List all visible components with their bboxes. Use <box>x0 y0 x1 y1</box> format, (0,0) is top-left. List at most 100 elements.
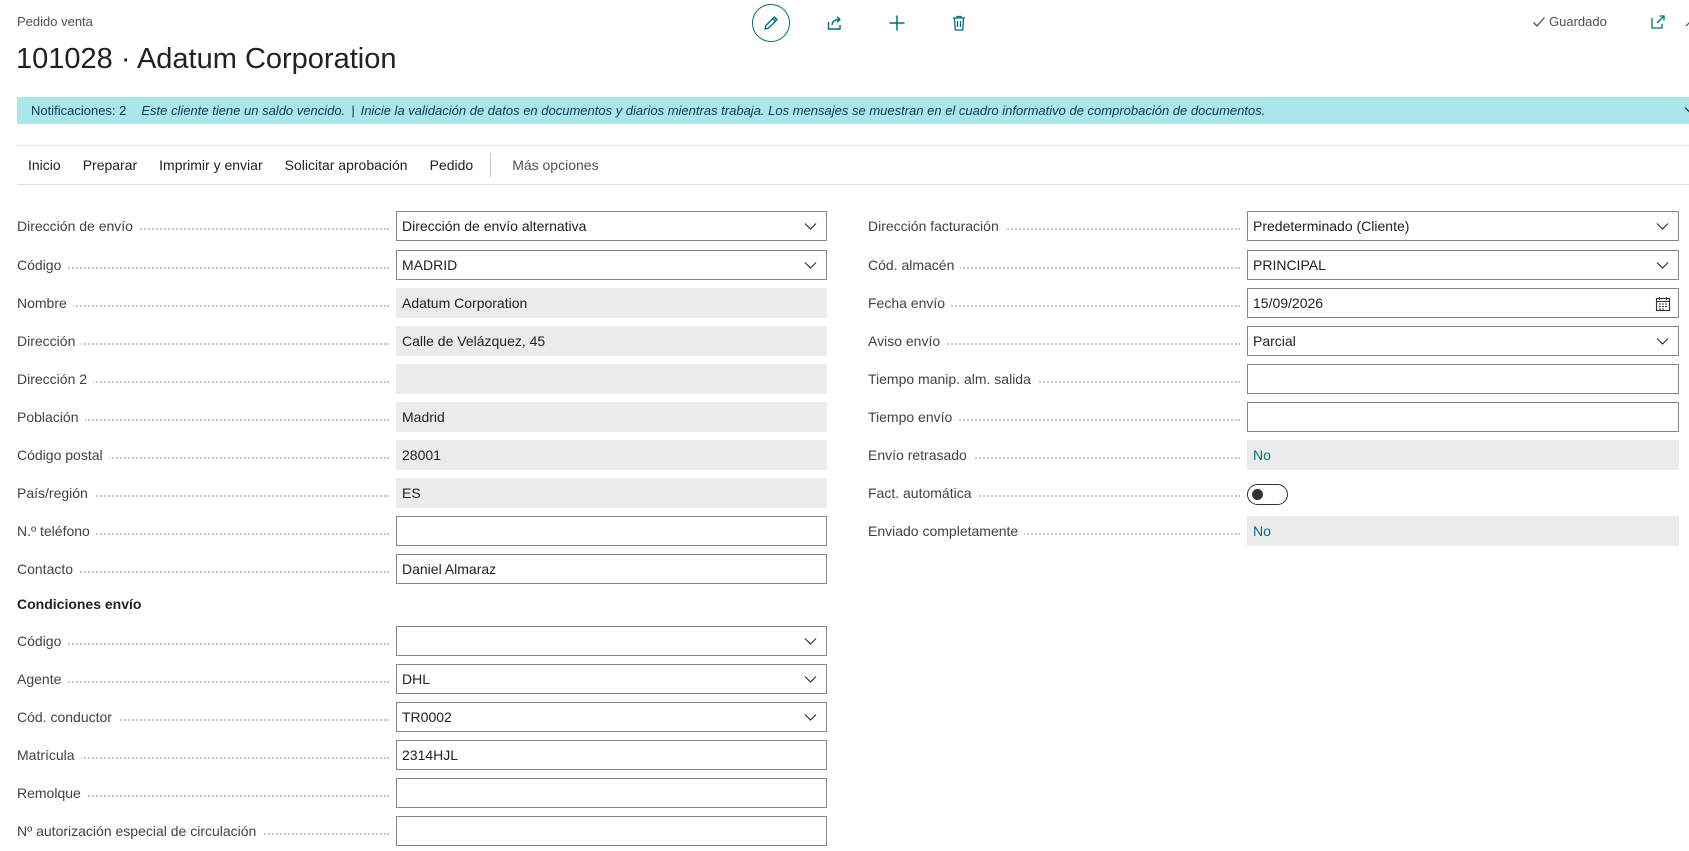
new-button[interactable] <box>878 4 916 42</box>
field-ship-date: Fecha envío 15/09/2026 <box>868 288 1679 318</box>
notification-message-overdue[interactable]: Este cliente tiene un saldo vencido. <box>141 103 345 118</box>
field-label: País/región <box>17 485 94 501</box>
more-options-button[interactable]: Más opciones <box>501 157 609 173</box>
field-contact: Contacto Daniel Almaraz <box>17 554 827 584</box>
ship-date-input[interactable]: 15/09/2026 <box>1247 288 1679 318</box>
field-label: Código <box>17 633 68 649</box>
field-value: Parcial <box>1253 333 1296 349</box>
phone-input[interactable] <box>396 516 827 546</box>
billing-address-select[interactable]: Predeterminado (Cliente) <box>1247 211 1679 241</box>
field-city: Población Madrid <box>17 402 827 432</box>
code-select[interactable]: MADRID <box>396 250 827 280</box>
field-phone: N.º teléfono <box>17 516 827 546</box>
field-value: TR0002 <box>402 709 452 725</box>
field-label: Enviado completamente <box>868 523 1025 539</box>
field-trailer: Remolque <box>17 778 827 808</box>
action-bar: Inicio Preparar Imprimir y enviar Solici… <box>17 145 1689 185</box>
ship-to-select[interactable]: Dirección de envío alternativa <box>396 211 827 241</box>
fully-shipped-value[interactable]: No <box>1247 516 1679 546</box>
notification-separator: | <box>351 103 355 118</box>
field-postcode: Código postal 28001 <box>17 440 827 470</box>
chevron-down-icon[interactable] <box>1684 104 1689 116</box>
field-shipping-code: Código <box>17 626 827 656</box>
ship-time-input[interactable] <box>1247 402 1679 432</box>
pencil-icon <box>764 16 778 30</box>
chevron-down-icon <box>1656 338 1669 345</box>
field-label: Fact. automática <box>868 485 978 501</box>
field-value: DHL <box>402 671 431 687</box>
field-label: Remolque <box>17 785 87 801</box>
notification-count[interactable]: Notificaciones: 2 <box>31 103 126 118</box>
address-2-value <box>396 364 827 394</box>
menu-item-preparar[interactable]: Preparar <box>72 157 148 173</box>
open-new-window-button[interactable] <box>1650 14 1666 33</box>
plus-icon <box>889 15 905 31</box>
field-fully-shipped: Enviado completamente No <box>868 516 1679 546</box>
checkmark-icon <box>1533 16 1545 27</box>
shipping-code-select[interactable] <box>396 626 827 656</box>
trailer-input[interactable] <box>396 778 827 808</box>
city-value: Madrid <box>396 402 827 432</box>
field-value: PRINCIPAL <box>1253 257 1326 273</box>
field-label: Código <box>17 257 68 273</box>
edit-button[interactable] <box>752 4 790 42</box>
name-value: Adatum Corporation <box>396 288 827 318</box>
field-label: Dirección de envío <box>17 218 139 234</box>
trash-icon <box>953 15 965 31</box>
share-button[interactable] <box>816 4 854 42</box>
plate-input[interactable]: 2314HJL <box>396 740 827 770</box>
field-plate: Matrícula 2314HJL <box>17 740 827 770</box>
field-ship-time: Tiempo envío <box>868 402 1679 432</box>
section-title-shipping-conditions: Condiciones envío <box>17 596 142 612</box>
field-ship-to: Dirección de envío Dirección de envío al… <box>17 211 827 241</box>
field-label: Dirección 2 <box>17 371 94 387</box>
notification-bar: Notificaciones: 2 Este cliente tiene un … <box>17 97 1689 124</box>
field-address-2: Dirección 2 <box>17 364 827 394</box>
handling-time-input[interactable] <box>1247 364 1679 394</box>
special-permit-input[interactable] <box>396 816 827 846</box>
chevron-down-icon <box>804 638 817 645</box>
menu-item-solicitar-aprobacion[interactable]: Solicitar aprobación <box>274 157 419 173</box>
collapse-icon[interactable] <box>1683 16 1689 26</box>
field-label: Envío retrasado <box>868 447 973 463</box>
field-label: Aviso envío <box>868 333 947 349</box>
ship-advice-select[interactable]: Parcial <box>1247 326 1679 356</box>
open-new-window-icon <box>1651 15 1665 29</box>
delete-button[interactable] <box>940 4 978 42</box>
auto-invoice-toggle[interactable] <box>1247 484 1288 505</box>
menu-item-pedido[interactable]: Pedido <box>419 157 485 173</box>
field-driver: Cód. conductor TR0002 <box>17 702 827 732</box>
field-address: Dirección Calle de Velázquez, 45 <box>17 326 827 356</box>
field-code: Código MADRID <box>17 250 827 280</box>
menu-item-imprimir-enviar[interactable]: Imprimir y enviar <box>148 157 273 173</box>
chevron-down-icon <box>804 262 817 269</box>
field-label: Agente <box>17 671 68 687</box>
late-shipment-value[interactable]: No <box>1247 440 1679 470</box>
toggle-knob <box>1252 489 1263 500</box>
menu-divider <box>490 153 492 177</box>
field-handling-time: Tiempo manip. alm. salida <box>868 364 1679 394</box>
field-label: Nº autorización especial de circulación <box>17 823 263 839</box>
calendar-icon[interactable] <box>1655 296 1671 312</box>
menu-item-inicio[interactable]: Inicio <box>17 157 72 173</box>
field-value: MADRID <box>402 257 458 273</box>
contact-input[interactable]: Daniel Almaraz <box>396 554 827 584</box>
field-value: Dirección de envío alternativa <box>402 218 587 234</box>
field-special-permit: Nº autorización especial de circulación <box>17 816 827 846</box>
field-label: Cód. almacén <box>868 257 961 273</box>
field-country: País/región ES <box>17 478 827 508</box>
field-ship-advice: Aviso envío Parcial <box>868 326 1679 356</box>
field-label: Dirección facturación <box>868 218 1005 234</box>
field-label: Tiempo envío <box>868 409 959 425</box>
warehouse-select[interactable]: PRINCIPAL <box>1247 250 1679 280</box>
driver-select[interactable]: TR0002 <box>396 702 827 732</box>
field-label: Tiempo manip. alm. salida <box>868 371 1037 387</box>
field-agent: Agente DHL <box>17 664 827 694</box>
notification-message-validation[interactable]: Inicie la validación de datos en documen… <box>361 103 1266 118</box>
field-value: 15/09/2026 <box>1253 295 1324 311</box>
agent-select[interactable]: DHL <box>396 664 827 694</box>
postcode-value: 28001 <box>396 440 827 470</box>
field-label: Matrícula <box>17 747 81 763</box>
country-value: ES <box>396 478 827 508</box>
page-title: 101028 · Adatum Corporation <box>16 43 397 75</box>
